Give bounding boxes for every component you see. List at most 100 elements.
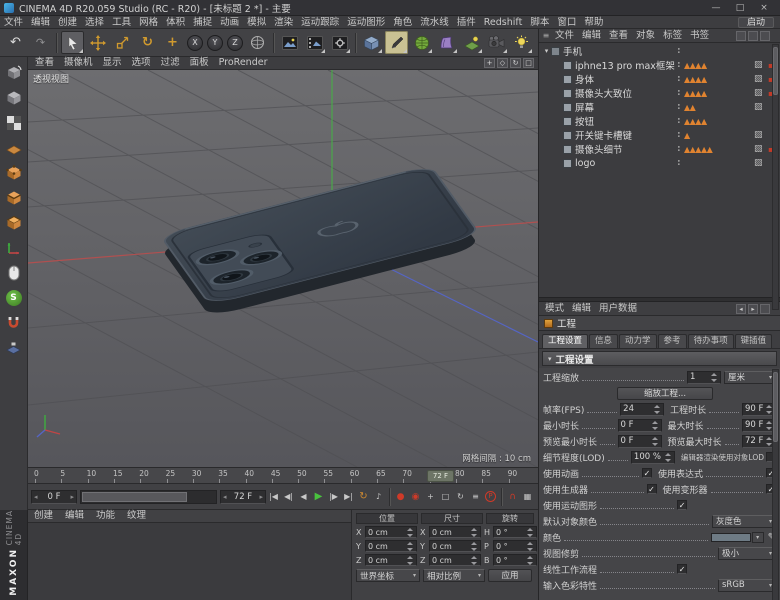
y-axis-lock-button[interactable]: Y	[207, 34, 223, 51]
menu-item[interactable]: 窗口	[553, 16, 580, 29]
texture-mode-button[interactable]	[2, 111, 26, 135]
record-scale-button[interactable]: □	[438, 489, 453, 505]
scrollbar-thumb[interactable]	[773, 372, 778, 442]
undo-button[interactable]: ↶	[4, 31, 27, 54]
size-z-field[interactable]: 0 cm	[429, 554, 481, 566]
menu-item[interactable]: 工具	[108, 16, 135, 29]
uvw-tag-icon[interactable]: ▨	[754, 130, 765, 140]
orbit-view-icon[interactable]: ↻	[510, 58, 521, 68]
coordinate-column-header[interactable]: 位置	[356, 513, 418, 524]
material-menu-item[interactable]: 纹理	[121, 510, 152, 522]
history-forward-icon[interactable]: ▸	[748, 303, 758, 314]
coordinate-system-dropdown[interactable]: 世界坐标 ▾	[356, 569, 420, 582]
menu-item[interactable]: 渲染	[270, 16, 297, 29]
texture-tags[interactable]: ▲▲▲▲▲	[684, 145, 754, 154]
spinner[interactable]	[664, 452, 672, 462]
object-menu-item[interactable]: 查看	[605, 29, 632, 42]
tab-referencing[interactable]: 参考	[657, 334, 687, 348]
visibility-dots-icon[interactable]	[677, 145, 684, 153]
object-menu-item[interactable]: 文件	[551, 29, 578, 42]
object-label[interactable]: 摄像头大致位	[575, 86, 677, 100]
menu-item[interactable]: 网格	[135, 16, 162, 29]
min-time-field[interactable]: 0 F	[617, 418, 662, 432]
snap-magnet-button[interactable]	[2, 311, 26, 335]
viewport-menu-item[interactable]: 显示	[98, 57, 127, 69]
view-name-label[interactable]: 透视视图	[33, 72, 69, 85]
menu-item[interactable]: 插件	[453, 16, 480, 29]
tree-item[interactable]: iphne13 pro max框架 ▲▲▲▲ ▨ ▪▪	[539, 58, 780, 72]
make-editable-button[interactable]	[2, 61, 26, 85]
visibility-dots-icon[interactable]	[677, 75, 684, 83]
menu-item[interactable]: 选择	[81, 16, 108, 29]
spinner[interactable]	[527, 555, 534, 565]
redo-button[interactable]: ↷	[29, 31, 52, 54]
menu-item[interactable]: 运动跟踪	[297, 16, 343, 29]
object-menu-item[interactable]: 书签	[686, 29, 713, 42]
viewport-menu-item[interactable]: 查看	[30, 57, 59, 69]
object-label[interactable]: iphne13 pro max框架	[575, 58, 677, 72]
range-start-field[interactable]: ◂ 0 F ▸	[31, 489, 77, 504]
tree-item[interactable]: 身体 ▲▲▲▲ ▨ ▪▪	[539, 72, 780, 86]
menu-item[interactable]: 体积	[162, 16, 189, 29]
minimize-button[interactable]: —	[704, 1, 728, 15]
decrement-icon[interactable]: ◂	[34, 493, 38, 501]
section-header[interactable]: ▾ 工程设置	[542, 351, 777, 366]
position-y-field[interactable]: 0 cm	[365, 540, 417, 552]
menu-item[interactable]: 动画	[216, 16, 243, 29]
range-end-field[interactable]: ◂ 72 F ▸	[220, 489, 266, 504]
goto-start-button[interactable]: |◀	[266, 489, 281, 505]
lod-field[interactable]: 100 %	[630, 450, 675, 464]
uvw-tag-icon[interactable]: ▨	[754, 88, 765, 98]
attribute-menu-item[interactable]: 模式	[541, 302, 568, 315]
material-menu-item[interactable]: 创建	[28, 510, 59, 522]
x-axis-lock-button[interactable]: X	[187, 34, 203, 51]
tab-project-settings[interactable]: 工程设置	[542, 334, 589, 348]
tree-item[interactable]: logo ▨ ▪	[539, 156, 780, 169]
tree-item[interactable]: 按钮 ▲▲▲▲ ▪	[539, 114, 780, 128]
add-subdivision-surface-button[interactable]	[410, 31, 433, 54]
menu-item[interactable]: 文件	[0, 16, 27, 29]
object-menu-item[interactable]: 编辑	[578, 29, 605, 42]
visibility-dots-icon[interactable]	[677, 103, 684, 111]
decrement-icon[interactable]: ◂	[223, 493, 227, 501]
record-keyframe-button[interactable]: ●	[393, 489, 408, 505]
spinner[interactable]	[471, 527, 478, 537]
visibility-dots-icon[interactable]	[677, 131, 684, 139]
view-clipping-dropdown[interactable]: 极小 ▾	[718, 546, 776, 560]
texture-tags[interactable]: ▲▲▲▲	[684, 61, 754, 70]
menu-item[interactable]: 模拟	[243, 16, 270, 29]
max-time-field[interactable]: 90 F	[742, 418, 776, 432]
viewport-menu-item[interactable]: 面板	[185, 57, 214, 69]
spinner[interactable]	[654, 404, 661, 414]
previous-key-button[interactable]: ◀|	[281, 489, 296, 505]
tree-item[interactable]: 开关键卡槽键 ▲ ▨ ▪	[539, 128, 780, 142]
attribute-menu-item[interactable]: 用户数据	[595, 302, 641, 315]
visibility-dots-icon[interactable]	[677, 61, 684, 69]
scale-unit-dropdown[interactable]: 厘米 ▾	[724, 370, 776, 384]
toggle-view-icon[interactable]: □	[523, 58, 534, 68]
uvw-tag-icon[interactable]: ▨	[754, 60, 765, 70]
visibility-dots-icon[interactable]	[677, 47, 684, 55]
model-mode-button[interactable]	[2, 86, 26, 110]
tab-key-interpolation[interactable]: 键插值	[734, 334, 773, 348]
position-z-field[interactable]: 0 cm	[365, 554, 417, 566]
increment-icon[interactable]: ▸	[70, 493, 74, 501]
uvw-tag-icon[interactable]: ▨	[754, 74, 765, 84]
lock-icon[interactable]	[760, 303, 770, 314]
menu-item[interactable]: 角色	[389, 16, 416, 29]
attribute-manager-scrollbar[interactable]	[772, 369, 779, 600]
add-light-button[interactable]	[510, 31, 533, 54]
spinner[interactable]	[471, 555, 478, 565]
layout-switch-button[interactable]: 启动	[737, 16, 774, 28]
rotation-h-field[interactable]: 0 °	[493, 526, 537, 538]
object-label[interactable]: logo	[575, 158, 677, 169]
spinner[interactable]	[471, 541, 478, 551]
texture-tags[interactable]: ▲▲▲▲	[684, 117, 754, 126]
add-primitive-cube-button[interactable]	[360, 31, 383, 54]
3d-scene[interactable]	[28, 70, 538, 467]
spinner[interactable]	[527, 541, 534, 551]
object-label[interactable]: 手机	[563, 44, 677, 58]
workplane-toggle-button[interactable]: ▦	[520, 489, 535, 505]
current-frame-marker[interactable]: 72 F	[427, 470, 454, 482]
scale-project-button[interactable]: 缩放工程...	[617, 386, 713, 400]
